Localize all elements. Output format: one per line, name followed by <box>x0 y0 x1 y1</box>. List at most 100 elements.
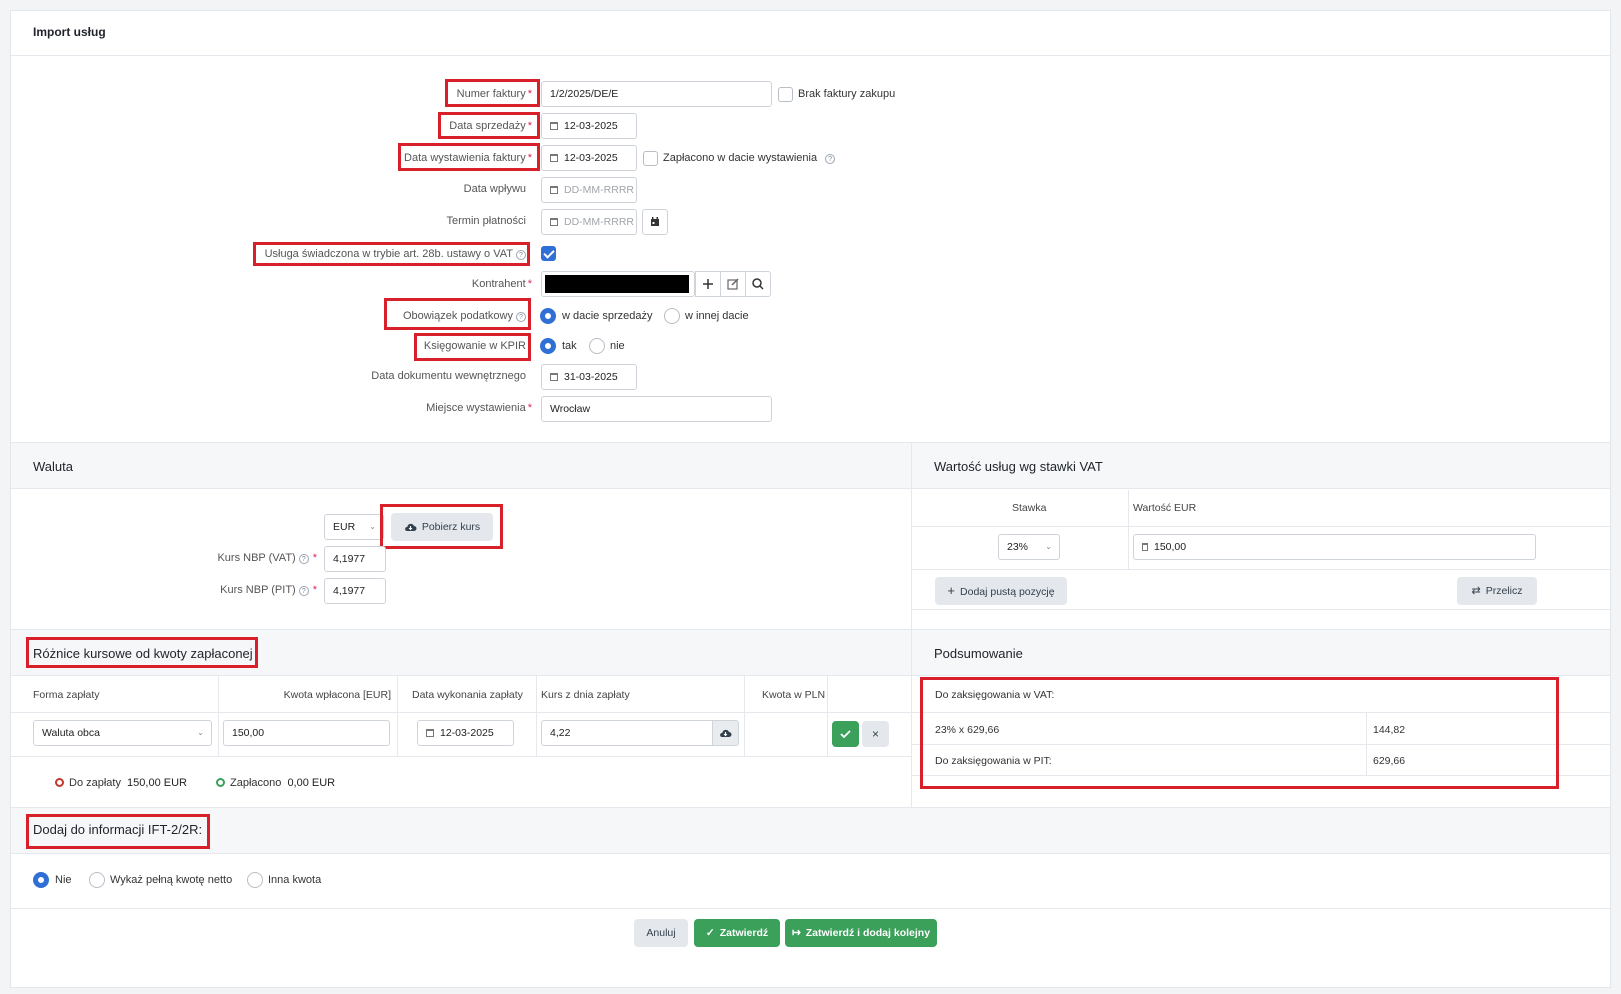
footer-divider <box>11 908 1610 909</box>
currency-select[interactable]: EUR ⌄ <box>324 514 384 540</box>
internal-doc-date-input[interactable]: 31-03-2025 <box>541 364 637 390</box>
calendar-icon <box>550 154 558 162</box>
payment-rate-column-header: Kurs z dnia zapłaty <box>541 689 630 701</box>
ift-section-header: Dodaj do informacji IFT-2/2R: <box>11 807 1610 854</box>
table-divider <box>744 676 745 756</box>
paid-status-icon <box>216 778 225 787</box>
nbp-pit-label: Kurs NBP (PIT)? * <box>220 584 317 596</box>
issue-date-input[interactable]: 12-03-2025 <box>541 145 637 171</box>
add-contractor-button[interactable] <box>695 271 721 297</box>
search-icon <box>752 278 764 290</box>
edit-contractor-button[interactable] <box>720 271 746 297</box>
amount-paid-column-header: Kwota wpłacona [EUR] <box>283 689 391 701</box>
table-divider <box>1128 490 1129 569</box>
contractor-input[interactable] <box>541 271 695 297</box>
ift-option1: Nie <box>55 874 72 886</box>
help-icon[interactable]: ? <box>298 554 309 564</box>
tax-obligation-label: Obowiązek podatkowy? <box>403 310 526 322</box>
payment-date-input[interactable]: 12-03-2025 <box>417 720 514 746</box>
kpir-option2: nie <box>610 340 625 352</box>
paid-on-issue-checkbox[interactable] <box>643 151 658 166</box>
fx-diff-section-title: Różnice kursowe od kwoty zapłaconej <box>33 646 253 661</box>
art28b-checkbox[interactable] <box>541 246 556 261</box>
page-header: Import usług <box>11 11 1610 56</box>
table-divider <box>397 676 398 756</box>
art28b-label: Usługa świadczona w trybie art. 28b. ust… <box>265 248 526 260</box>
help-icon[interactable]: ? <box>825 154 836 164</box>
cancel-button[interactable]: Anuluj <box>634 919 688 947</box>
confirm-and-add-next-button[interactable]: ↦ Zatwierdź i dodaj kolejny <box>785 919 937 947</box>
table-divider <box>912 526 1610 527</box>
table-divider <box>1366 712 1367 775</box>
ift-full-net-radio[interactable] <box>89 872 105 888</box>
chevron-down-icon: ⌄ <box>1045 542 1052 551</box>
confirm-button[interactable]: ✓ Zatwierdź <box>694 919 780 947</box>
vat-values-section-title: Wartość usług wg stawki VAT <box>934 459 1103 474</box>
search-contractor-button[interactable] <box>745 271 771 297</box>
vat-rate-select[interactable]: 23% ⌄ <box>998 534 1060 560</box>
sale-date-input[interactable]: 12-03-2025 <box>541 113 637 139</box>
recalculate-button[interactable]: ⇄ Przelicz <box>1457 577 1537 605</box>
table-divider <box>536 676 537 756</box>
no-invoice-checkbox[interactable] <box>778 87 793 102</box>
calendar-icon <box>550 373 558 381</box>
kpir-yes-radio[interactable] <box>540 338 556 354</box>
issue-date-label: Data wystawienia faktury * <box>404 152 532 164</box>
column-divider <box>911 442 912 808</box>
to-pay-label: Do zapłaty 150,00 EUR <box>69 777 187 789</box>
fetch-rate-button[interactable]: Pobierz kurs <box>391 513 493 541</box>
edit-icon <box>727 278 739 290</box>
calendar-button[interactable] <box>642 209 668 235</box>
ift-other-amount-radio[interactable] <box>247 872 263 888</box>
payment-term-input[interactable]: DD-MM-RRRR <box>541 209 637 235</box>
summary-section-header: Podsumowanie <box>912 629 1610 676</box>
import-services-page: Import usług Numer faktury * 1/2/2025/DE/… <box>10 10 1611 988</box>
kpir-no-radio[interactable] <box>589 338 605 354</box>
fetch-payment-rate-button[interactable] <box>712 720 739 746</box>
redacted-contractor <box>545 275 689 293</box>
tax-obligation-option2: w innej dacie <box>685 310 749 322</box>
help-icon[interactable]: ? <box>516 250 526 260</box>
tax-obligation-option1: w dacie sprzedaży <box>562 310 653 322</box>
calendar-icon <box>550 186 558 194</box>
calculator-icon <box>1142 543 1148 551</box>
receipt-date-input[interactable]: DD-MM-RRRR <box>541 177 637 203</box>
confirm-payment-button[interactable] <box>832 721 859 747</box>
page-title: Import usług <box>33 25 106 39</box>
ift-no-radio[interactable] <box>33 872 49 888</box>
vat-value-input[interactable]: 150,00 <box>1133 534 1536 560</box>
internal-doc-date-label: Data dokumentu wewnętrznego <box>371 370 526 382</box>
nbp-vat-label: Kurs NBP (VAT)? * <box>217 552 317 564</box>
payment-form-select[interactable]: Waluta obca ⌄ <box>33 720 212 746</box>
issue-place-input[interactable]: Wrocław <box>541 396 772 422</box>
table-divider <box>218 676 219 756</box>
vat-values-section-header: Wartość usług wg stawki VAT <box>912 442 1610 489</box>
calendar-icon <box>550 122 558 130</box>
help-icon[interactable]: ? <box>298 586 309 596</box>
table-divider <box>827 676 828 756</box>
receipt-date-label: Data wpływu <box>463 183 526 195</box>
nbp-vat-input[interactable]: 4,1977 <box>324 546 386 572</box>
check-icon <box>840 730 851 739</box>
invoice-number-label: Numer faktury * <box>456 88 532 100</box>
summary-section-title: Podsumowanie <box>934 646 1023 661</box>
add-empty-position-button[interactable]: + Dodaj pustą pozycję <box>935 577 1067 605</box>
ift-option3: Inna kwota <box>268 874 322 886</box>
payment-rate-input[interactable]: 4,22 <box>541 720 713 746</box>
summary-pit-label: Do zaksięgowania w PIT: <box>935 755 1052 767</box>
currency-section-header: Waluta <box>11 442 911 489</box>
invoice-number-input[interactable]: 1/2/2025/DE/E <box>541 81 772 107</box>
calendar-icon <box>550 218 558 226</box>
help-icon[interactable]: ? <box>516 312 526 322</box>
sign-in-icon: ↦ <box>791 927 801 939</box>
remove-payment-button[interactable]: × <box>862 721 889 747</box>
nbp-pit-input[interactable]: 4,1977 <box>324 578 386 604</box>
plus-icon <box>703 279 713 289</box>
table-divider <box>912 744 1610 745</box>
amount-paid-input[interactable]: 150,00 <box>223 720 390 746</box>
tax-obligation-sale-date-radio[interactable] <box>540 308 556 324</box>
fx-diff-section-header: Różnice kursowe od kwoty zapłaconej <box>11 629 911 676</box>
tax-obligation-other-date-radio[interactable] <box>664 308 680 324</box>
summary-vat-header: Do zaksięgowania w VAT: <box>935 689 1055 701</box>
paid-label: Zapłacono 0,00 EUR <box>230 777 336 789</box>
